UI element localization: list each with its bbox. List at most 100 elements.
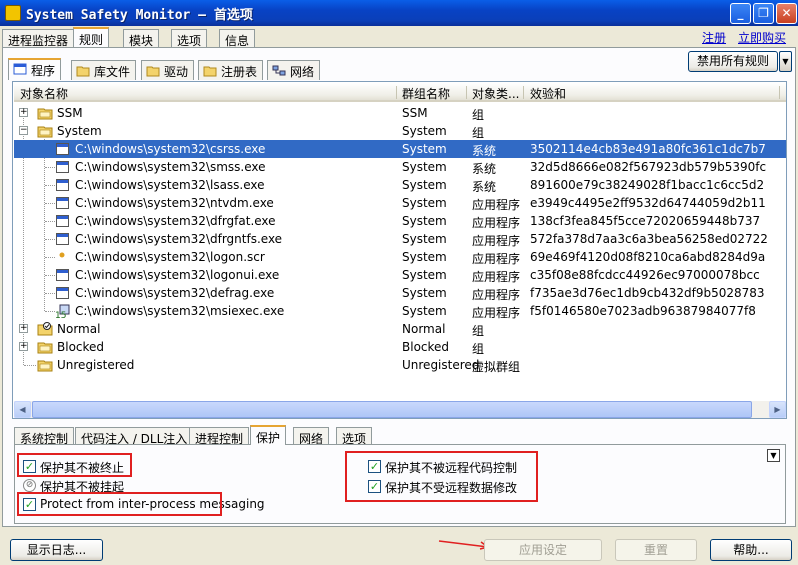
highlight-box: [17, 492, 222, 516]
tree-line: [45, 311, 55, 312]
app-shield-icon: [5, 5, 21, 21]
checksum: 891600e79c38249028f1bacc1c6cc5d2: [530, 178, 765, 192]
tree-line: [45, 275, 55, 276]
buy-now-link[interactable]: 立即购买: [738, 29, 786, 46]
column-separator[interactable]: [523, 86, 524, 99]
tab-options[interactable]: 选项: [171, 29, 208, 48]
expand-icon[interactable]: +: [19, 342, 28, 351]
tab-registry[interactable]: 注册表: [198, 60, 264, 80]
tab-network-label: 网络: [290, 65, 315, 79]
group-name: SSM: [402, 106, 428, 120]
executable-icon: [56, 287, 69, 299]
highlight-box: [17, 453, 132, 477]
list-item[interactable]: Unregistered Unregistered 虚拟群组: [14, 356, 786, 374]
library-folder-icon: [76, 66, 90, 77]
horizontal-scrollbar[interactable]: ◀ ▶: [14, 401, 786, 418]
column-separator[interactable]: [779, 86, 780, 99]
tab-system-control[interactable]: 系统控制: [14, 427, 75, 446]
disable-all-rules-button[interactable]: 禁用所有规则: [688, 51, 778, 72]
list-item[interactable]: C:\windows\system32\dfrgfat.exe System 应…: [14, 212, 786, 230]
collapse-icon[interactable]: −: [19, 126, 28, 135]
object-type: 应用程序: [472, 252, 521, 266]
apply-settings-button[interactable]: 应用设定: [484, 539, 602, 561]
tree-line: [45, 221, 55, 222]
list-item[interactable]: C:\windows\system32\ntvdm.exe System 应用程…: [14, 194, 786, 212]
group-name: System: [402, 268, 447, 282]
list-item[interactable]: C:\windows\system32\defrag.exe System 应用…: [14, 284, 786, 302]
main-tabs: 进程监控器 规则 模块 选项 信息: [0, 27, 798, 48]
list-item[interactable]: C:\windows\system32\lsass.exe System 系统 …: [14, 176, 786, 194]
scroll-left-icon[interactable]: ◀: [14, 401, 31, 418]
tab-libraries[interactable]: 库文件: [71, 60, 137, 80]
tab-process-control[interactable]: 进程控制: [189, 427, 250, 446]
list-item-selected[interactable]: C:\windows\system32\csrss.exe System 系统 …: [14, 140, 786, 158]
object-type: 应用程序: [472, 288, 521, 302]
expand-icon[interactable]: +: [19, 324, 28, 333]
group-name: Blocked: [402, 340, 450, 354]
column-separator[interactable]: [396, 86, 397, 99]
object-name: C:\windows\system32\logon.scr: [75, 250, 265, 264]
disable-all-dropdown-icon[interactable]: ▼: [779, 51, 792, 72]
list-item[interactable]: − System System 组: [14, 122, 786, 140]
tab-programs[interactable]: 程序: [8, 58, 62, 80]
checksum: 3502114e4cb83e491a80fc361c1dc7b7: [530, 142, 766, 156]
group-name: System: [402, 286, 447, 300]
object-name: C:\windows\system32\msiexec.exe: [75, 304, 285, 318]
column-header-object[interactable]: 对象名称: [20, 85, 68, 102]
tab-drivers-label: 驱动: [164, 65, 189, 79]
title-bar[interactable]: System Safety Monitor — 首选项 _ ❐ ✕: [0, 0, 798, 26]
column-separator[interactable]: [466, 86, 467, 99]
column-header-group[interactable]: 群组名称: [402, 85, 450, 102]
tab-info[interactable]: 信息: [219, 29, 256, 48]
rules-list[interactable]: 对象名称 群组名称 对象类... 效验和 + SSM SSM 组 − Syste…: [14, 83, 786, 401]
reset-button[interactable]: 重置: [615, 539, 697, 561]
minimize-button[interactable]: _: [730, 3, 751, 24]
tab-rules[interactable]: 规则: [73, 27, 110, 47]
tab-detail-options[interactable]: 选项: [336, 427, 373, 446]
restore-button[interactable]: ❐: [753, 3, 774, 24]
protect-suspend-toggle[interactable]: ⊘: [23, 479, 36, 492]
group-folder-icon: [37, 126, 53, 138]
object-type: 系统: [472, 162, 497, 176]
group-name: System: [402, 178, 447, 192]
executable-icon: [56, 215, 69, 227]
close-button[interactable]: ✕: [776, 3, 797, 24]
tab-detail-network[interactable]: 网络: [293, 427, 330, 446]
window-title: System Safety Monitor — 首选项: [26, 8, 253, 23]
list-item[interactable]: C:\windows\system32\logon.scr System 应用程…: [14, 248, 786, 266]
program-icon: [13, 63, 27, 75]
tree-line: [45, 293, 55, 294]
tab-protection[interactable]: 保护: [250, 425, 287, 445]
list-item[interactable]: C:\windows\system32\smss.exe System 系统 3…: [14, 158, 786, 176]
list-item[interactable]: 15 C:\windows\system32\msiexec.exe Syste…: [14, 302, 786, 320]
tab-drivers[interactable]: 驱动: [141, 60, 195, 80]
list-item[interactable]: + Normal Normal 组: [14, 320, 786, 338]
column-header-checksum[interactable]: 效验和: [530, 85, 566, 102]
register-link[interactable]: 注册: [702, 29, 726, 46]
tab-code-injection[interactable]: 代码注入 / DLL注入: [75, 427, 194, 446]
list-item[interactable]: C:\windows\system32\logonui.exe System 应…: [14, 266, 786, 284]
show-log-button[interactable]: 显示日志...: [10, 539, 103, 561]
tab-network[interactable]: 网络: [267, 60, 321, 80]
object-type: 组: [472, 108, 485, 122]
column-header-type[interactable]: 对象类...: [472, 85, 519, 102]
object-type: 组: [472, 126, 485, 140]
scrollbar-thumb[interactable]: [32, 401, 752, 418]
list-item[interactable]: C:\windows\system32\dfrgntfs.exe System …: [14, 230, 786, 248]
list-item[interactable]: + Blocked Blocked 组: [14, 338, 786, 356]
object-name: C:\windows\system32\ntvdm.exe: [75, 196, 274, 210]
object-name: Normal: [57, 322, 101, 336]
panel-dropdown-icon[interactable]: ▼: [767, 449, 780, 462]
help-button[interactable]: 帮助...: [710, 539, 792, 561]
tab-process-monitor[interactable]: 进程监控器: [2, 29, 75, 48]
object-name: C:\windows\system32\defrag.exe: [75, 286, 275, 300]
list-item[interactable]: + SSM SSM 组: [14, 104, 786, 122]
expand-icon[interactable]: +: [19, 108, 28, 117]
tab-modules[interactable]: 模块: [123, 29, 160, 48]
object-name: SSM: [57, 106, 83, 120]
object-type: 系统: [472, 144, 497, 158]
checksum: f735ae3d76ec1db9cb432df9b5028783: [530, 286, 765, 300]
blocked-group-icon: [37, 342, 53, 354]
checksum: c35f08e88fcdcc44926ec97000078bcc: [530, 268, 760, 282]
scroll-right-icon[interactable]: ▶: [769, 401, 786, 418]
